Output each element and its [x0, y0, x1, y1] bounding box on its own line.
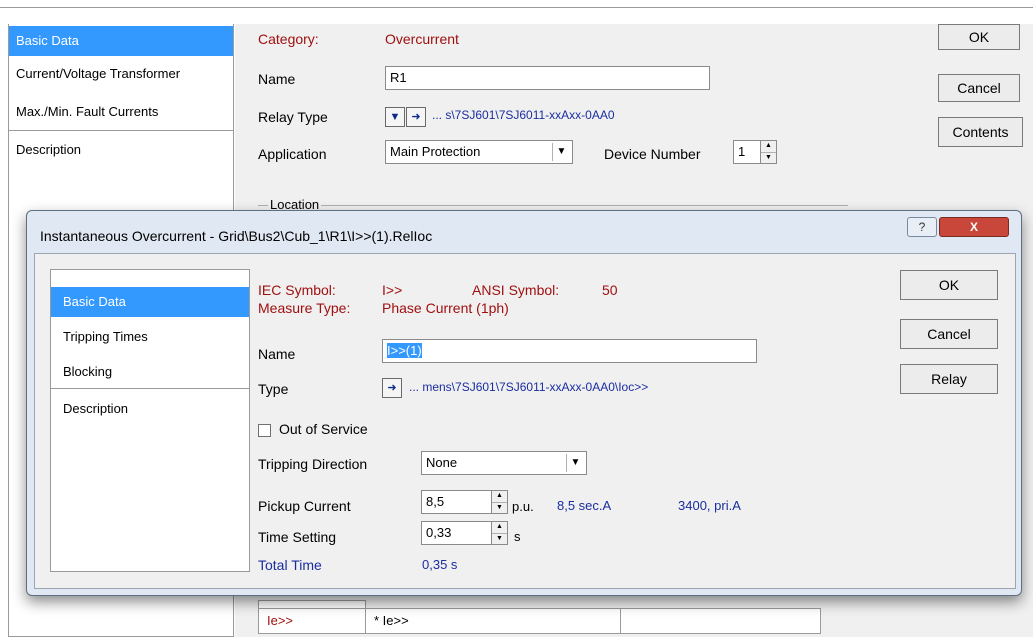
grid-empty-cell[interactable] [620, 608, 821, 634]
tripping-direction-select[interactable]: None ▼ [421, 451, 587, 475]
question-icon[interactable]: ? [907, 217, 937, 237]
chevron-down-icon[interactable]: ▼ [552, 143, 570, 161]
out-of-service-checkbox[interactable] [258, 424, 271, 437]
iec-symbol-value: I>> [382, 282, 403, 298]
total-time-value: 0,35 s [422, 557, 458, 572]
ansi-symbol-value: 50 [602, 282, 618, 298]
device-number-input[interactable]: 1 ▲ ▼ [733, 140, 777, 164]
spin-down-icon[interactable]: ▼ [761, 152, 776, 163]
grid-value-cell[interactable]: * Ie>> [365, 608, 621, 634]
relay-type-jump-button[interactable]: ➜ [406, 107, 426, 127]
dialog-name-value: I>>(1) [387, 343, 422, 358]
grid-row-label-cell[interactable]: Ie>> [258, 608, 366, 634]
tripping-direction-label: Tripping Direction [258, 456, 368, 472]
dialog-sidebar-item-description[interactable]: Description [51, 394, 249, 424]
application-label: Application [258, 146, 327, 162]
relay-type-path[interactable]: ... s\7SJ601\7SJ6011-xxAxx-0AA0 [432, 108, 615, 122]
measure-type-label: Measure Type: [258, 300, 351, 316]
tripping-direction-value: None [426, 455, 458, 470]
spin-up-icon[interactable]: ▲ [761, 141, 776, 152]
relay-name-input[interactable]: R1 [385, 66, 710, 90]
pickup-current-unit: p.u. [512, 499, 534, 514]
pickup-current-secondary: 8,5 sec.A [557, 498, 612, 513]
parent-sidebar-item-fault-currents[interactable]: Max./Min. Fault Currents [9, 97, 233, 127]
out-of-service-label: Out of Service [279, 421, 368, 437]
iec-symbol-label: IEC Symbol: [258, 282, 336, 298]
measure-type-value: Phase Current (1ph) [382, 300, 509, 316]
device-number-stepper[interactable]: ▲ ▼ [760, 141, 776, 163]
dialog-body: Basic Data Tripping Times Blocking Descr… [34, 253, 1016, 589]
device-number-value: 1 [738, 144, 746, 159]
name-label: Name [258, 71, 296, 87]
dialog-ok-button[interactable]: OK [900, 270, 998, 300]
arrow-right-icon: ➜ [387, 382, 397, 394]
total-time-label: Total Time [258, 557, 322, 573]
dialog-title: Instantaneous Overcurrent - Grid\Bus2\Cu… [40, 228, 433, 244]
triangle-down-icon: ▼ [389, 111, 401, 123]
ansi-symbol-label: ANSI Symbol: [472, 282, 560, 298]
dialog-type-label: Type [258, 381, 289, 397]
pickup-current-input[interactable]: 8,5 ▲ ▼ [421, 490, 508, 514]
pickup-current-value: 8,5 [426, 494, 445, 509]
application-select[interactable]: Main Protection ▼ [385, 140, 573, 164]
close-x-icon[interactable]: X [939, 217, 1009, 237]
dialog-relay-button[interactable]: Relay [900, 364, 998, 394]
parent-sidebar-item-description[interactable]: Description [9, 135, 233, 165]
spin-down-icon[interactable]: ▼ [492, 533, 507, 544]
dialog-sidebar-item-tripping-times[interactable]: Tripping Times [51, 322, 249, 352]
dialog-type-jump-button[interactable]: ➜ [382, 378, 402, 398]
parent-grid: Ie>> * Ie>> [258, 600, 821, 637]
pickup-current-stepper[interactable]: ▲ ▼ [491, 491, 507, 513]
spin-up-icon[interactable]: ▲ [492, 491, 507, 502]
category-label: Category: [258, 31, 319, 47]
dialog-name-input[interactable]: I>>(1) [382, 339, 757, 363]
window-top-edge [0, 0, 1033, 8]
pickup-current-primary: 3400, pri.A [678, 498, 741, 513]
parent-cancel-button[interactable]: Cancel [938, 74, 1020, 102]
time-setting-value: 0,33 [426, 525, 452, 540]
dialog-sidebar-item-basic-data[interactable]: Basic Data [51, 287, 249, 317]
instantaneous-overcurrent-dialog: Instantaneous Overcurrent - Grid\Bus2\Cu… [26, 210, 1022, 596]
dialog-cancel-button[interactable]: Cancel [900, 319, 998, 349]
dialog-type-path[interactable]: ... mens\7SJ601\7SJ6011-xxAxx-0AA0\Ioc>> [409, 380, 648, 394]
relay-type-label: Relay Type [258, 109, 328, 125]
grid-header-cell [258, 600, 366, 608]
parent-ok-button[interactable]: OK [938, 24, 1020, 50]
dialog-name-label: Name [258, 346, 296, 362]
device-number-label: Device Number [604, 146, 701, 162]
chevron-down-icon[interactable]: ▼ [566, 454, 584, 472]
relay-type-select-button[interactable]: ▼ [385, 107, 405, 127]
parent-sidebar-item-basic-data[interactable]: Basic Data [9, 26, 233, 56]
time-setting-label: Time Setting [258, 529, 337, 545]
spin-up-icon[interactable]: ▲ [492, 522, 507, 533]
pickup-current-label: Pickup Current [258, 498, 351, 514]
parent-contents-button[interactable]: Contents [938, 117, 1023, 147]
parent-sidebar-divider [9, 130, 233, 131]
parent-sidebar-item-ct-vt[interactable]: Current/Voltage Transformer [9, 59, 233, 89]
time-setting-input[interactable]: 0,33 ▲ ▼ [421, 521, 508, 545]
dialog-sidebar-divider [51, 388, 249, 389]
category-value: Overcurrent [385, 31, 459, 47]
spin-down-icon[interactable]: ▼ [492, 502, 507, 513]
arrow-right-icon: ➜ [411, 111, 421, 123]
dialog-sidebar-item-blocking[interactable]: Blocking [51, 357, 249, 387]
dialog-sidebar: Basic Data Tripping Times Blocking Descr… [50, 269, 250, 572]
application-select-value: Main Protection [390, 144, 481, 159]
time-setting-stepper[interactable]: ▲ ▼ [491, 522, 507, 544]
time-setting-unit: s [514, 529, 521, 544]
